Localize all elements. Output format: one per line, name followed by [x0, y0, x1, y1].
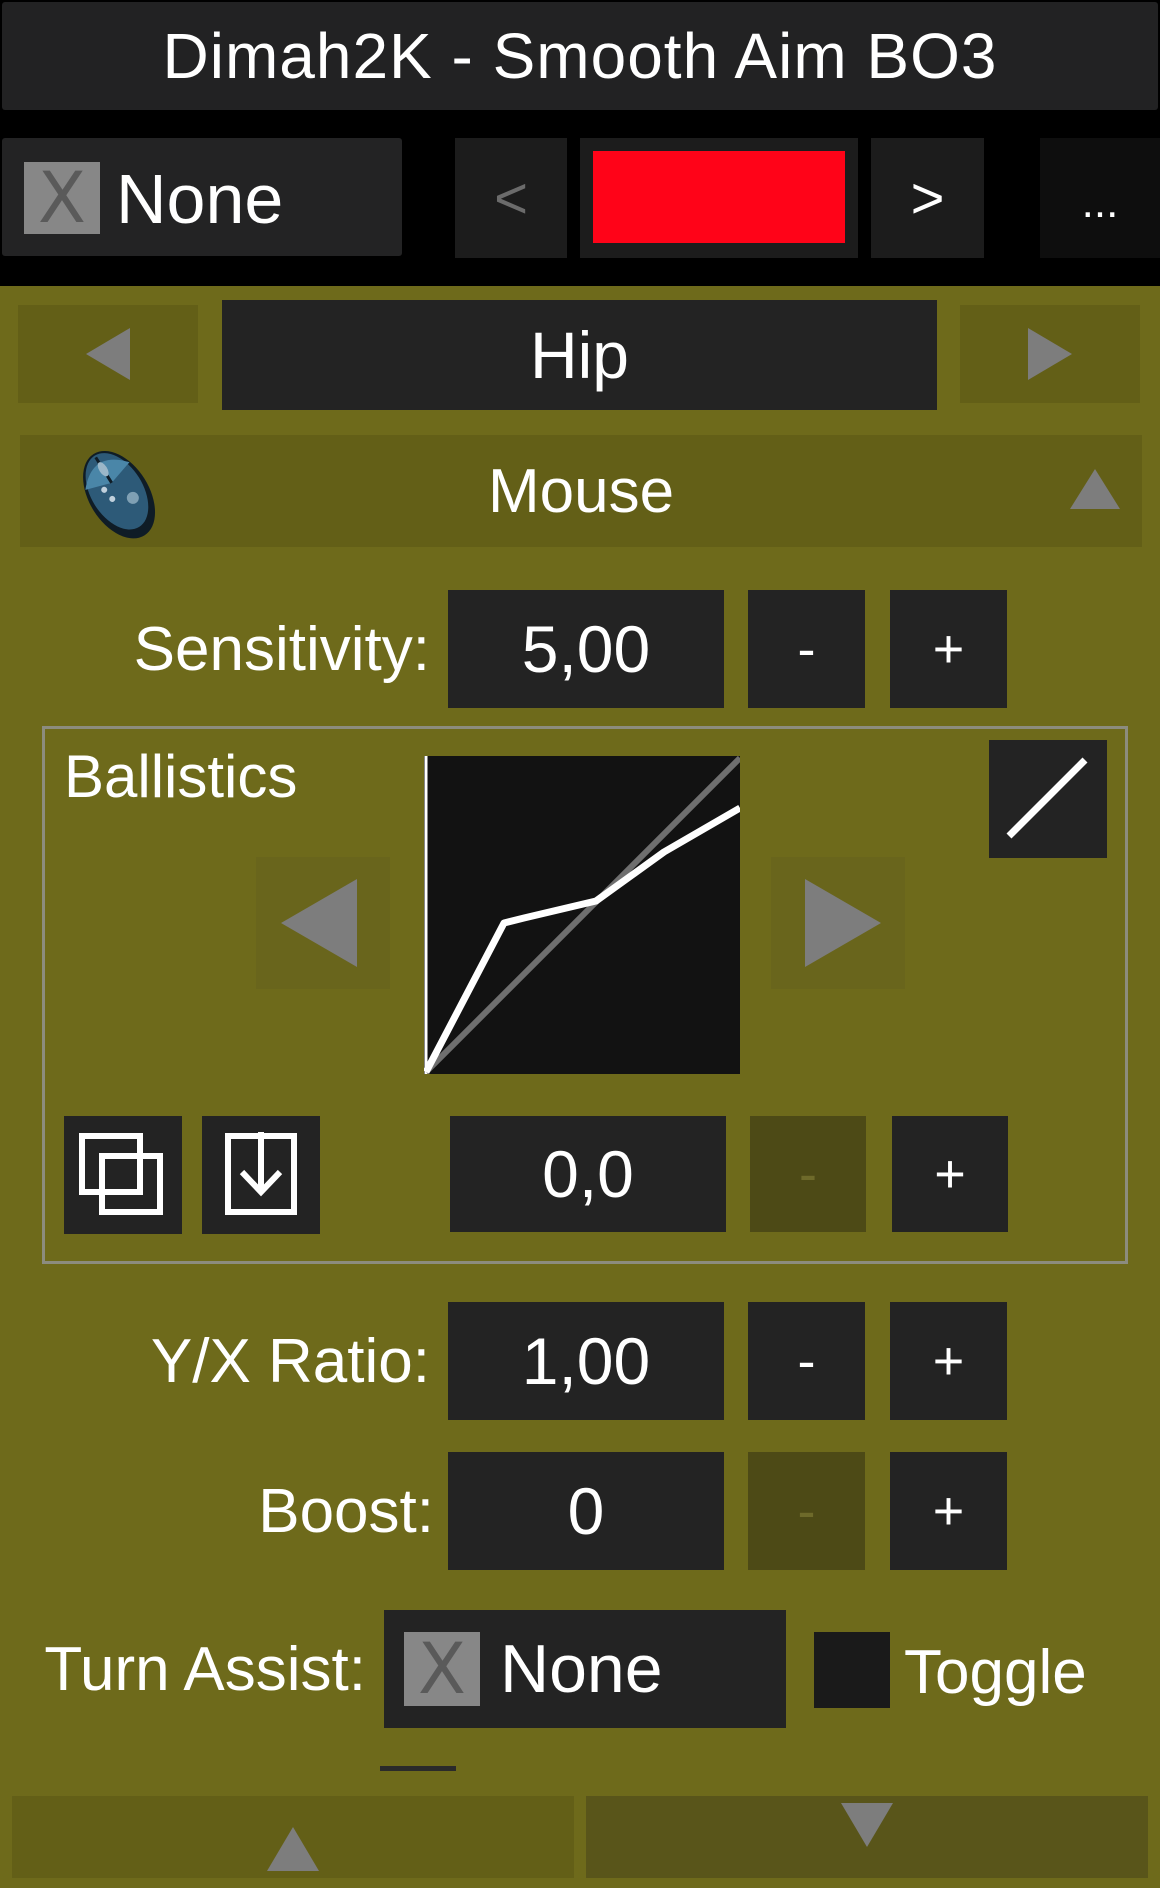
modifier-value: None	[116, 160, 284, 238]
boost-value[interactable]: 0	[448, 1452, 724, 1570]
turn-assist-value: None	[500, 1631, 663, 1707]
ballistics-curve-graph[interactable]	[424, 756, 740, 1074]
copy-button[interactable]	[64, 1116, 182, 1234]
boost-minus-button[interactable]: -	[748, 1452, 865, 1570]
ballistics-plus-button[interactable]: +	[892, 1116, 1008, 1232]
color-swatch	[593, 151, 845, 243]
yx-ratio-minus-button[interactable]: -	[748, 1302, 865, 1420]
sensitivity-minus-button[interactable]: -	[748, 590, 865, 708]
sensitivity-value[interactable]: 5,00	[448, 590, 724, 708]
title-bar: Dimah2K - Smooth Aim BO3	[2, 2, 1158, 110]
right-arrow-icon	[805, 879, 881, 967]
scroll-down-button[interactable]	[586, 1796, 1148, 1878]
left-arrow-icon	[86, 328, 130, 380]
app-title: Dimah2K - Smooth Aim BO3	[162, 20, 998, 92]
ballistics-minus-button[interactable]: -	[750, 1116, 866, 1232]
next-color-button[interactable]: >	[871, 138, 984, 258]
paste-button[interactable]	[202, 1116, 320, 1234]
copy-icon	[79, 1133, 163, 1215]
mode-display: Hip	[222, 300, 937, 410]
download-icon	[225, 1132, 297, 1215]
sensitivity-label: Sensitivity:	[133, 614, 430, 684]
down-arrow-icon	[841, 1803, 893, 1847]
boost-plus-button[interactable]: +	[890, 1452, 1007, 1570]
yx-ratio-plus-button[interactable]: +	[890, 1302, 1007, 1420]
device-label: Mouse	[487, 456, 675, 526]
left-arrow-icon	[281, 879, 357, 967]
turn-assist-label: Turn Assist:	[44, 1634, 366, 1704]
yx-ratio-label: Y/X Ratio:	[150, 1326, 430, 1396]
turn-assist-x-badge: X	[404, 1628, 480, 1710]
mode-prev-button[interactable]	[18, 305, 198, 403]
diagonal-line-icon	[1006, 757, 1088, 839]
linear-curve-button[interactable]	[989, 740, 1107, 858]
turn-assist-select[interactable]: X None	[384, 1610, 786, 1728]
more-button[interactable]: ...	[1040, 138, 1160, 258]
up-arrow-icon	[267, 1827, 319, 1871]
sensitivity-plus-button[interactable]: +	[890, 590, 1007, 708]
modifier-select[interactable]: X None	[2, 138, 402, 256]
scroll-indicator	[380, 1766, 456, 1771]
curve-next-button[interactable]	[771, 857, 905, 989]
toggle-label: Toggle	[904, 1637, 1087, 1707]
yx-ratio-value[interactable]: 1,00	[448, 1302, 724, 1420]
scroll-up-button[interactable]	[12, 1796, 574, 1878]
right-arrow-icon	[1028, 328, 1072, 380]
modifier-x-badge: X	[24, 157, 100, 239]
collapse-up-icon	[1070, 469, 1120, 509]
device-section-header[interactable]: Mouse	[20, 435, 1142, 547]
curve-prev-button[interactable]	[256, 857, 390, 989]
mode-next-button[interactable]	[960, 305, 1140, 403]
boost-label: Boost:	[258, 1476, 434, 1546]
ballistics-title: Ballistics	[64, 743, 298, 810]
toggle-checkbox[interactable]	[814, 1632, 890, 1708]
prev-color-button[interactable]: <	[455, 138, 567, 258]
color-swatch-frame[interactable]	[580, 138, 858, 258]
ballistics-value[interactable]: 0,0	[450, 1116, 726, 1232]
